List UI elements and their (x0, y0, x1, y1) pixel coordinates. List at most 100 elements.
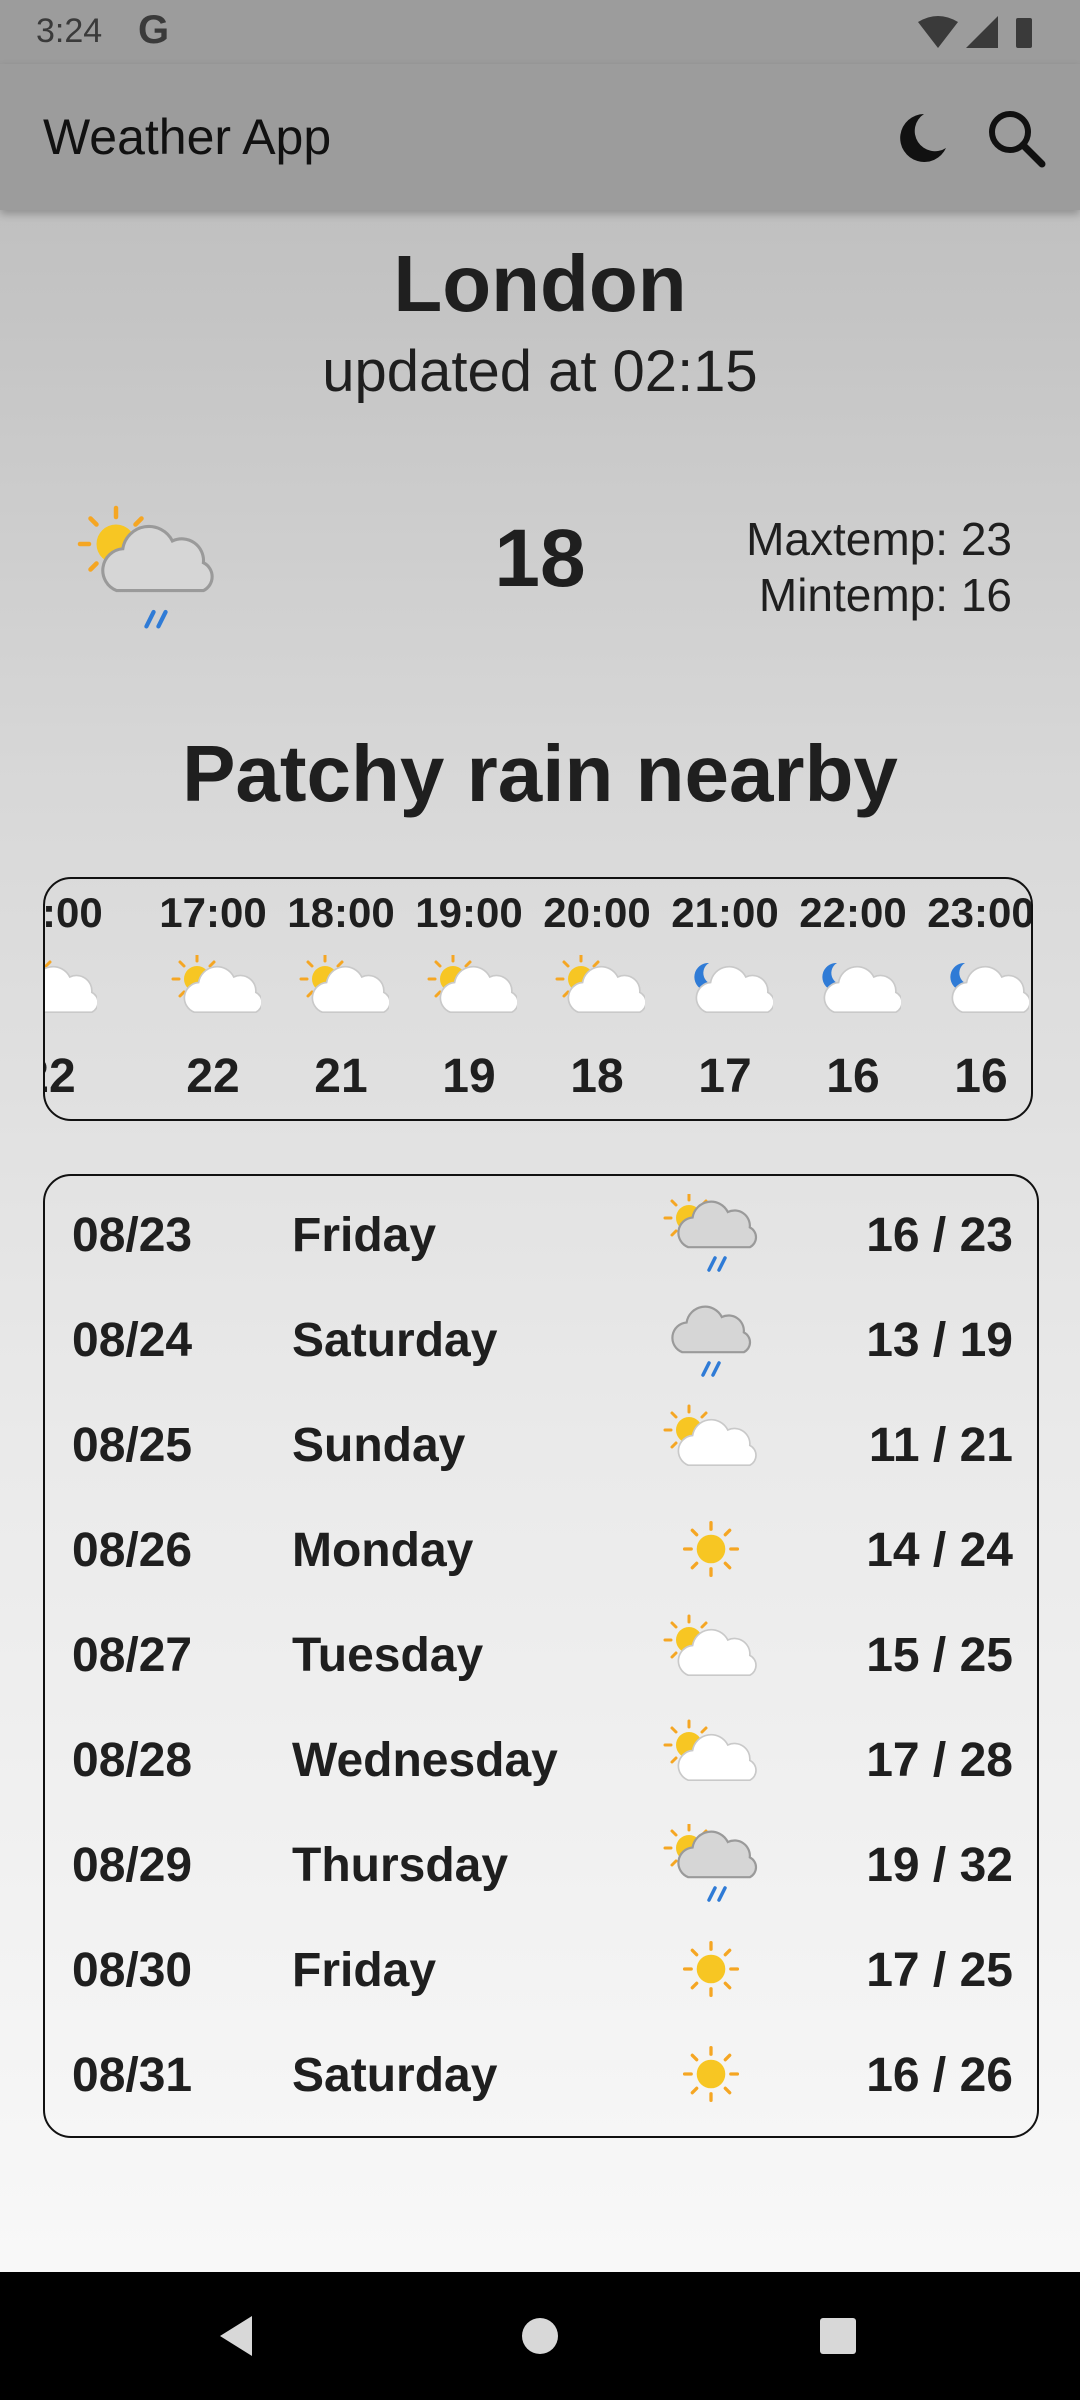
day-temps: 16 / 26 (866, 2049, 1013, 2102)
day-date: 08/25 (72, 1419, 193, 1472)
hour-temp: 16 (826, 1050, 880, 1103)
day-row[interactable]: 08/28 Wednesday 17 / 28 (45, 1705, 1037, 1810)
sun-cloud-icon (299, 955, 389, 1014)
city-name: London (393, 239, 687, 328)
sun-icon (682, 1940, 740, 1998)
hour-item: 16:00 22 (43, 879, 113, 1119)
hour-temp: 22 (45, 1050, 76, 1103)
max-temperature: Maxtemp: 23 (746, 513, 1012, 565)
sun-icon (682, 1520, 740, 1578)
sun-cloud-icon (427, 955, 517, 1014)
hour-temp: 22 (186, 1050, 240, 1103)
sun-cloud-icon (663, 1614, 757, 1677)
sun-cloud-rain-icon (663, 1194, 758, 1272)
hour-time: 18:00 (287, 889, 395, 936)
day-name: Saturday (292, 1314, 498, 1367)
hour-temp: 17 (698, 1050, 752, 1103)
day-temps: 14 / 24 (866, 1524, 1013, 1577)
main-content: London updated at 02:15 18 Maxtemp: 23 M… (0, 210, 1080, 2272)
day-temps: 11 / 21 (868, 1419, 1013, 1472)
day-temps: 19 / 32 (866, 1839, 1013, 1892)
cloud-rain-icon (671, 1305, 752, 1377)
hour-item: 23:00 16 (917, 879, 1033, 1119)
day-date: 08/24 (72, 1314, 193, 1367)
recents-icon[interactable] (804, 2302, 872, 2370)
app-bar: Weather App (0, 64, 1080, 210)
day-row[interactable]: 08/25 Sunday 11 / 21 (45, 1390, 1037, 1495)
hour-item: 18:00 21 (277, 879, 405, 1119)
system-nav-bar (0, 2272, 1080, 2400)
hour-item: 21:00 17 (661, 879, 789, 1119)
sun-cloud-rain-icon (68, 500, 214, 640)
condition-text: Patchy rain nearby (182, 729, 898, 818)
dark-mode-toggle-icon[interactable] (884, 100, 960, 176)
min-temperature: Mintemp: 16 (758, 569, 1012, 621)
sun-cloud-icon (663, 1719, 757, 1782)
signal-icon (966, 16, 998, 48)
hour-time: 20:00 (543, 889, 651, 936)
day-row[interactable]: 08/31 Saturday 16 / 26 (45, 2020, 1037, 2125)
day-date: 08/26 (72, 1524, 193, 1577)
moon-cloud-icon (950, 962, 1029, 1014)
hour-temp: 19 (442, 1050, 496, 1103)
moon-cloud-icon (694, 962, 773, 1014)
day-temps: 15 / 25 (866, 1629, 1013, 1682)
hour-item: 17:00 22 (149, 879, 277, 1119)
hourly-track: 16:00 22 17:00 22 18:00 (43, 879, 1033, 1119)
day-row[interactable]: 08/24 Saturday 13 / 19 (45, 1285, 1037, 1390)
day-temps: 17 / 28 (866, 1734, 1013, 1787)
app-title: Weather App (43, 109, 332, 165)
day-date: 08/30 (72, 1944, 193, 1997)
hour-time: 19:00 (415, 889, 523, 936)
hour-time: 16:00 (43, 889, 103, 936)
day-date: 08/29 (72, 1839, 193, 1892)
google-g-icon: G (138, 8, 170, 52)
day-temps: 13 / 19 (866, 1314, 1013, 1367)
current-temperature: 18 (494, 513, 586, 604)
hour-temp: 18 (570, 1050, 624, 1103)
sun-icon (682, 2045, 740, 2103)
day-date: 08/31 (72, 2049, 193, 2102)
hour-item: 19:00 19 (405, 879, 533, 1119)
day-name: Tuesday (292, 1629, 484, 1682)
day-row[interactable]: 08/26 Monday 14 / 24 (45, 1495, 1037, 1600)
hour-item: 20:00 18 (533, 879, 661, 1119)
hour-temp: 21 (314, 1050, 368, 1103)
sun-cloud-icon (663, 1404, 757, 1467)
wifi-icon (918, 16, 958, 48)
day-row[interactable]: 08/29 Thursday 19 / 32 (45, 1810, 1037, 1915)
moon-cloud-icon (822, 962, 901, 1014)
hourly-forecast[interactable]: 16:00 22 17:00 22 18:00 (43, 877, 1033, 1121)
status-time: 3:24 (36, 12, 103, 50)
day-name: Saturday (292, 2049, 498, 2102)
status-icons (918, 16, 1032, 48)
day-name: Thursday (292, 1839, 509, 1892)
day-temps: 16 / 23 (866, 1209, 1013, 1262)
day-date: 08/28 (72, 1734, 193, 1787)
hour-temp: 16 (954, 1050, 1008, 1103)
day-row[interactable]: 08/27 Tuesday 15 / 25 (45, 1600, 1037, 1705)
sun-cloud-rain-icon (663, 1824, 758, 1902)
sun-cloud-icon (555, 955, 645, 1014)
day-name: Friday (292, 1209, 437, 1262)
day-name: Sunday (292, 1419, 466, 1472)
day-name: Monday (292, 1524, 474, 1577)
back-icon[interactable] (206, 2302, 274, 2370)
day-row[interactable]: 08/30 Friday 17 / 25 (45, 1915, 1037, 2020)
battery-icon (1016, 18, 1032, 48)
day-temps: 17 / 25 (866, 1944, 1013, 1997)
hour-item: 22:00 16 (789, 879, 917, 1119)
hour-time: 17:00 (159, 889, 267, 936)
hour-time: 23:00 (927, 889, 1033, 936)
sun-cloud-icon (171, 955, 261, 1014)
home-icon[interactable] (506, 2302, 574, 2370)
updated-time: updated at 02:15 (322, 339, 758, 404)
daily-forecast[interactable]: 08/23 Friday 16 / 23 08/24 Saturday 13 /… (43, 1174, 1039, 2138)
day-date: 08/23 (72, 1209, 193, 1262)
day-name: Wednesday (292, 1734, 558, 1787)
status-bar: 3:24 G (0, 0, 1080, 64)
search-icon[interactable] (978, 100, 1054, 176)
hour-time: 21:00 (671, 889, 779, 936)
day-name: Friday (292, 1944, 437, 1997)
day-row[interactable]: 08/23 Friday 16 / 23 (45, 1180, 1037, 1285)
